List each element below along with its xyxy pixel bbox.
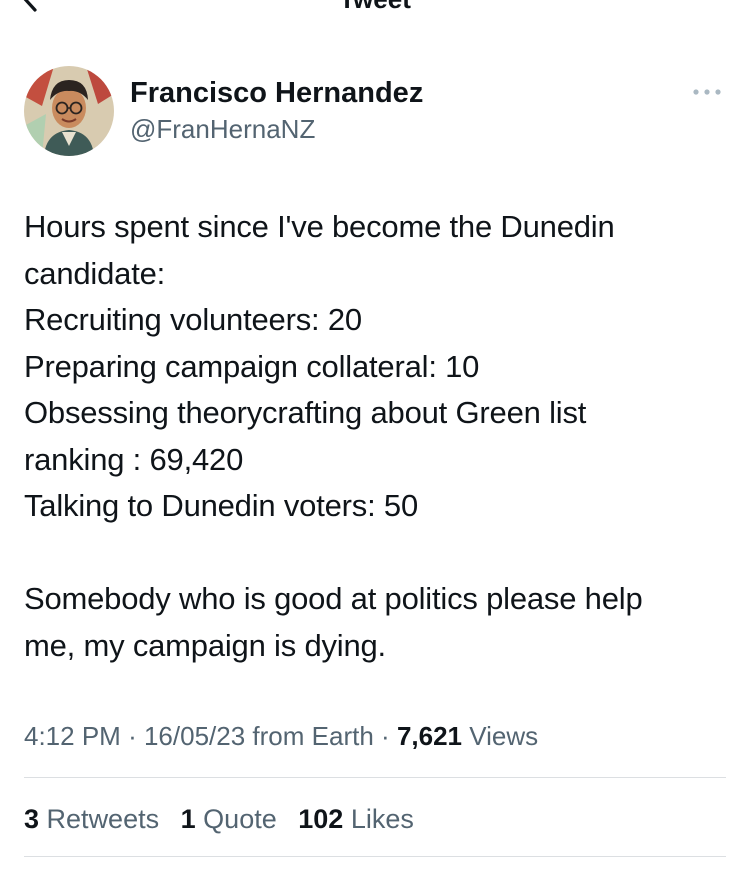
- views-count: 7,621: [396, 721, 463, 751]
- tweet-line: Talking to Dunedin voters: 50: [24, 488, 418, 523]
- meta-separator: ·: [381, 721, 390, 751]
- author-handle[interactable]: @FranHernaNZ: [130, 113, 315, 145]
- tweet-date[interactable]: 16/05/23: [144, 721, 245, 751]
- author-display-name[interactable]: Francisco Hernandez: [130, 76, 423, 110]
- more-horizontal-icon: [693, 89, 721, 95]
- divider: [24, 856, 726, 857]
- author-row: Francisco Hernandez @FranHernaNZ: [24, 66, 724, 156]
- tweet-line: Hours spent since I've become the Dunedi…: [24, 209, 615, 244]
- quotes-stat[interactable]: 1 Quote: [181, 797, 277, 841]
- tweet-line: Somebody who is good at politics please …: [24, 581, 643, 616]
- divider: [24, 777, 726, 778]
- tweet-time[interactable]: 4:12 PM: [24, 721, 121, 751]
- meta-separator: ·: [128, 721, 137, 751]
- page-title: Tweet: [0, 0, 750, 12]
- avatar[interactable]: [24, 66, 114, 156]
- tweet-line: candidate:: [24, 255, 166, 291]
- likes-count: 102: [298, 804, 344, 834]
- retweets-label: Retweets: [46, 804, 160, 834]
- tweet-line: me, my campaign is dying.: [24, 627, 386, 663]
- quotes-count: 1: [180, 804, 196, 834]
- tweet-line: Recruiting volunteers: 20: [24, 302, 362, 337]
- tweet-meta: 4:12 PM · 16/05/23 from Earth · 7,621 Vi…: [24, 716, 538, 756]
- views-label: Views: [469, 721, 539, 751]
- more-options-button[interactable]: [690, 82, 724, 102]
- tweet-line: Obsessing theorycrafting about Green lis…: [24, 395, 587, 430]
- tweet-text: Hours spent since I've become the Dunedi…: [24, 204, 730, 669]
- tweet-source: from Earth: [252, 721, 374, 751]
- avatar-image: [24, 66, 114, 156]
- likes-label: Likes: [350, 804, 414, 834]
- retweets-count: 3: [24, 804, 40, 834]
- likes-stat[interactable]: 102 Likes: [298, 797, 414, 841]
- quotes-label: Quote: [203, 804, 277, 834]
- top-bar: Tweet: [0, 0, 750, 14]
- retweets-stat[interactable]: 3 Retweets: [24, 797, 159, 841]
- tweet-line: Preparing campaign collateral: 10: [24, 348, 480, 384]
- engagement-stats: 3 Retweets 1 Quote 102 Likes: [24, 797, 428, 841]
- tweet-line: ranking : 69,420: [24, 441, 244, 477]
